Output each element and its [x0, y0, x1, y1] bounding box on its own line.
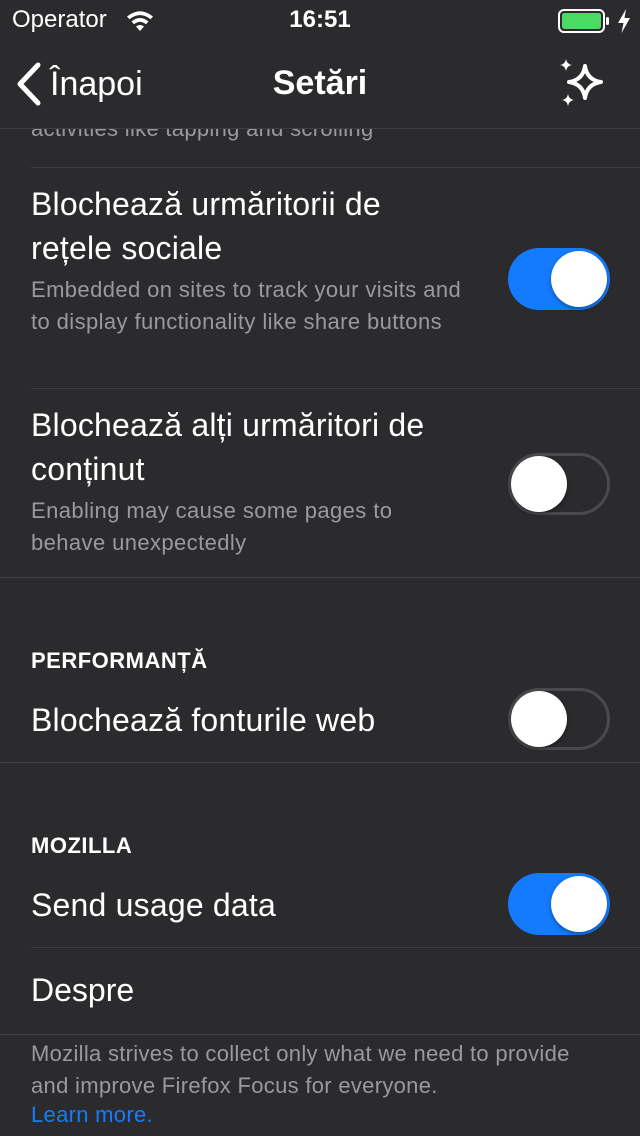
navigation-bar: Înapoi Setări [0, 40, 640, 129]
section-divider [0, 762, 640, 763]
send-usage-data-toggle[interactable] [508, 873, 610, 935]
toggle-knob [551, 876, 607, 932]
page-title: Setări [272, 64, 368, 102]
block-other-trackers-title: Blochează alți urmăritori de conținut [31, 407, 425, 487]
row-divider [31, 167, 640, 168]
block-other-trackers-toggle[interactable] [508, 453, 610, 515]
block-other-trackers-subtitle: Enabling may cause some pages to behave … [31, 498, 393, 555]
block-social-trackers-toggle[interactable] [508, 248, 610, 310]
section-divider [0, 1034, 640, 1035]
toggle-knob [551, 251, 607, 307]
mozilla-section-header: MOZILLA [31, 833, 133, 858]
settings-screen: activities like tapping and scrolling Bl… [0, 0, 640, 1136]
toggle-knob [511, 456, 567, 512]
block-social-trackers-subtitle: Embedded on sites to track your visits a… [31, 277, 462, 334]
charging-bolt-icon [618, 9, 630, 33]
row-divider [31, 947, 640, 948]
toggle-knob [511, 691, 567, 747]
send-usage-data-label: Send usage data [31, 887, 276, 923]
section-divider [0, 577, 640, 578]
performance-section-header: PERFORMANȚĂ [31, 648, 208, 673]
row-divider [31, 388, 640, 389]
settings-list[interactable]: activities like tapping and scrolling Bl… [0, 0, 640, 1136]
learn-more-link[interactable]: Learn more. [31, 1102, 153, 1128]
battery-icon [558, 9, 609, 33]
status-time: 16:51 [289, 6, 351, 33]
block-social-trackers-title: Blochează urmăritorii de rețele sociale [31, 186, 381, 266]
block-web-fonts-toggle[interactable] [508, 688, 610, 750]
about-row[interactable]: Despre [31, 972, 134, 1009]
sparkles-icon[interactable] [556, 56, 612, 112]
usage-data-footer: Mozilla strives to collect only what we … [31, 1041, 570, 1098]
block-web-fonts-label: Blochează fonturile web [31, 702, 376, 738]
status-bar: Operator 16:51 [0, 0, 640, 40]
